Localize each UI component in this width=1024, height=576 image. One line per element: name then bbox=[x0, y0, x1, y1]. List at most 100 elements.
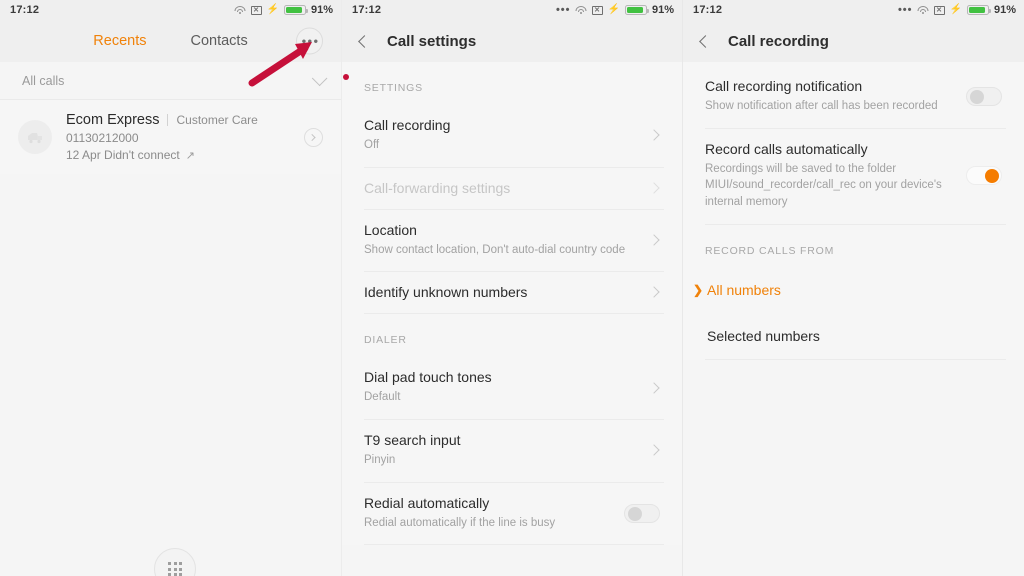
setting-texts: Call recording Off bbox=[364, 117, 650, 154]
call-phone-number: 01130212000 bbox=[66, 131, 139, 145]
screenshot-root: 17:12 ✕ ⚡ 91% Recents Contacts ••• All c… bbox=[0, 0, 1024, 576]
dialpad-button[interactable] bbox=[154, 548, 196, 576]
record-calls-automatically-toggle[interactable] bbox=[966, 166, 1002, 186]
tab-contacts[interactable]: Contacts bbox=[168, 33, 269, 49]
setting-call-recording[interactable]: Call recording Off bbox=[342, 104, 682, 167]
status-bar-left: 17:12 ✕ ⚡ 91% bbox=[0, 0, 341, 20]
setting-subtitle: Show notification after call has been re… bbox=[705, 100, 938, 112]
chevron-down-icon[interactable] bbox=[311, 70, 328, 87]
battery-percent: 91% bbox=[651, 4, 674, 16]
status-bar-mid: 17:12 ••• ✕ ⚡ 91% bbox=[342, 0, 682, 20]
call-status-line: 12 Apr Didn't connect ↗ bbox=[66, 148, 304, 162]
divider bbox=[705, 358, 1006, 360]
group-header-settings: SETTINGS bbox=[364, 82, 423, 94]
avatar bbox=[18, 120, 52, 154]
call-date-status: 12 Apr Didn't connect bbox=[66, 148, 180, 162]
call-log-row[interactable]: Ecom Express Customer Care 01130212000 1… bbox=[0, 100, 341, 174]
call-filter-bar[interactable]: All calls bbox=[0, 62, 341, 100]
outgoing-call-arrow-icon: ↗ bbox=[185, 149, 195, 162]
chevron-right-icon bbox=[648, 129, 660, 141]
setting-title: Location bbox=[364, 221, 417, 238]
call-filter-label: All calls bbox=[22, 73, 65, 88]
wifi-icon bbox=[917, 5, 929, 15]
setting-subtitle: Default bbox=[364, 391, 401, 404]
notification-dots-icon: ••• bbox=[897, 4, 913, 16]
charging-bolt-icon: ⚡ bbox=[949, 4, 962, 15]
wifi-icon bbox=[234, 5, 246, 15]
status-icons: ••• ✕ ⚡ 91% bbox=[898, 4, 1016, 16]
setting-texts: Redial automatically Redial automaticall… bbox=[364, 495, 624, 532]
status-time: 17:12 bbox=[10, 4, 40, 16]
battery-icon bbox=[283, 5, 308, 15]
chevron-right-icon bbox=[648, 444, 660, 457]
setting-title: Call recording notification bbox=[705, 78, 863, 94]
setting-dial-pad-touch-tones[interactable]: Dial pad touch tones Default bbox=[342, 356, 682, 419]
charging-bolt-icon: ⚡ bbox=[266, 4, 279, 15]
setting-record-calls-automatically[interactable]: Record calls automatically Recordings wi… bbox=[683, 127, 1024, 224]
status-time: 17:12 bbox=[352, 4, 382, 16]
setting-t9-search-input[interactable]: T9 search input Pinyin bbox=[342, 419, 682, 482]
panel-dialer-recents: 17:12 ✕ ⚡ 91% Recents Contacts ••• All c… bbox=[0, 0, 341, 576]
battery-percent: 91% bbox=[310, 4, 333, 16]
chevron-right-icon bbox=[648, 182, 660, 194]
chevron-right-icon bbox=[648, 234, 660, 246]
setting-call-forwarding[interactable]: Call-forwarding settings bbox=[342, 166, 682, 209]
group-header-record-calls-from: RECORD CALLS FROM bbox=[705, 244, 835, 257]
setting-title: Identify unknown numbers bbox=[364, 284, 528, 301]
setting-texts: T9 search input Pinyin bbox=[364, 432, 650, 469]
setting-subtitle: Show contact location, Don't auto-dial c… bbox=[364, 243, 626, 256]
setting-title: Redial automatically bbox=[364, 494, 490, 511]
group-header-dialer: DIALER bbox=[364, 334, 407, 347]
back-icon[interactable] bbox=[699, 34, 712, 48]
option-selected-numbers[interactable]: Selected numbers bbox=[683, 313, 1024, 359]
call-details-button[interactable] bbox=[304, 127, 323, 147]
status-icons: ✕ ⚡ 91% bbox=[234, 4, 333, 16]
dialer-tabbar: Recents Contacts ••• bbox=[0, 20, 341, 62]
call-log-details: Ecom Express Customer Care 01130212000 1… bbox=[66, 112, 304, 162]
status-bar-right: 17:12 ••• ✕ ⚡ 91% bbox=[683, 0, 1024, 20]
charging-bolt-icon: ⚡ bbox=[607, 4, 620, 15]
call-settings-header: Call settings bbox=[342, 20, 682, 62]
setting-title: Dial pad touch tones bbox=[364, 369, 492, 386]
setting-texts: Location Show contact location, Don't au… bbox=[364, 222, 650, 259]
call-log-title-line: Ecom Express Customer Care bbox=[66, 112, 304, 128]
page-title: Call recording bbox=[728, 32, 829, 50]
setting-subtitle: Recordings will be saved to the folder M… bbox=[705, 162, 942, 209]
call-contact-org: Customer Care bbox=[176, 113, 258, 127]
status-icons: ••• ✕ ⚡ 91% bbox=[556, 4, 674, 16]
dialpad-grid-icon bbox=[168, 562, 182, 576]
chevron-right-icon bbox=[648, 382, 660, 394]
delivery-cloud-icon bbox=[28, 133, 42, 144]
setting-texts: Call-forwarding settings bbox=[364, 180, 650, 196]
setting-texts: Call recording notification Show notific… bbox=[705, 78, 966, 115]
redial-automatically-toggle[interactable] bbox=[624, 503, 660, 523]
chevron-right-icon bbox=[648, 286, 660, 299]
tab-recents[interactable]: Recents bbox=[71, 33, 168, 49]
setting-title: T9 search input bbox=[364, 432, 461, 449]
sim-x-icon: ✕ bbox=[250, 5, 262, 15]
page-title: Call settings bbox=[387, 32, 477, 50]
setting-texts: Record calls automatically Recordings wi… bbox=[705, 141, 966, 211]
back-icon[interactable] bbox=[358, 34, 371, 48]
call-recording-notification-toggle[interactable] bbox=[966, 86, 1002, 106]
status-time: 17:12 bbox=[693, 4, 723, 16]
battery-icon bbox=[966, 5, 991, 15]
call-recording-list: Call recording notification Show notific… bbox=[683, 62, 1024, 360]
overflow-menu-button[interactable]: ••• bbox=[296, 27, 323, 55]
wifi-icon bbox=[575, 5, 587, 15]
battery-percent: 91% bbox=[993, 4, 1016, 16]
setting-location[interactable]: Location Show contact location, Don't au… bbox=[342, 208, 682, 272]
annotation-dot bbox=[343, 74, 349, 80]
setting-identify-unknown-numbers[interactable]: Identify unknown numbers bbox=[342, 271, 682, 313]
setting-texts: Dial pad touch tones Default bbox=[364, 369, 650, 406]
setting-redial-automatically[interactable]: Redial automatically Redial automaticall… bbox=[342, 481, 682, 545]
sim-x-icon: ✕ bbox=[933, 5, 945, 15]
setting-subtitle: Off bbox=[364, 139, 380, 151]
battery-icon bbox=[624, 5, 649, 15]
setting-title: Call recording bbox=[364, 117, 451, 133]
option-all-numbers[interactable]: ❯ All numbers bbox=[683, 267, 1024, 313]
setting-call-recording-notification[interactable]: Call recording notification Show notific… bbox=[683, 62, 1024, 128]
setting-subtitle: Redial automatically if the line is busy bbox=[364, 516, 556, 529]
option-label: Selected numbers bbox=[707, 327, 820, 344]
option-label: All numbers bbox=[707, 281, 781, 298]
